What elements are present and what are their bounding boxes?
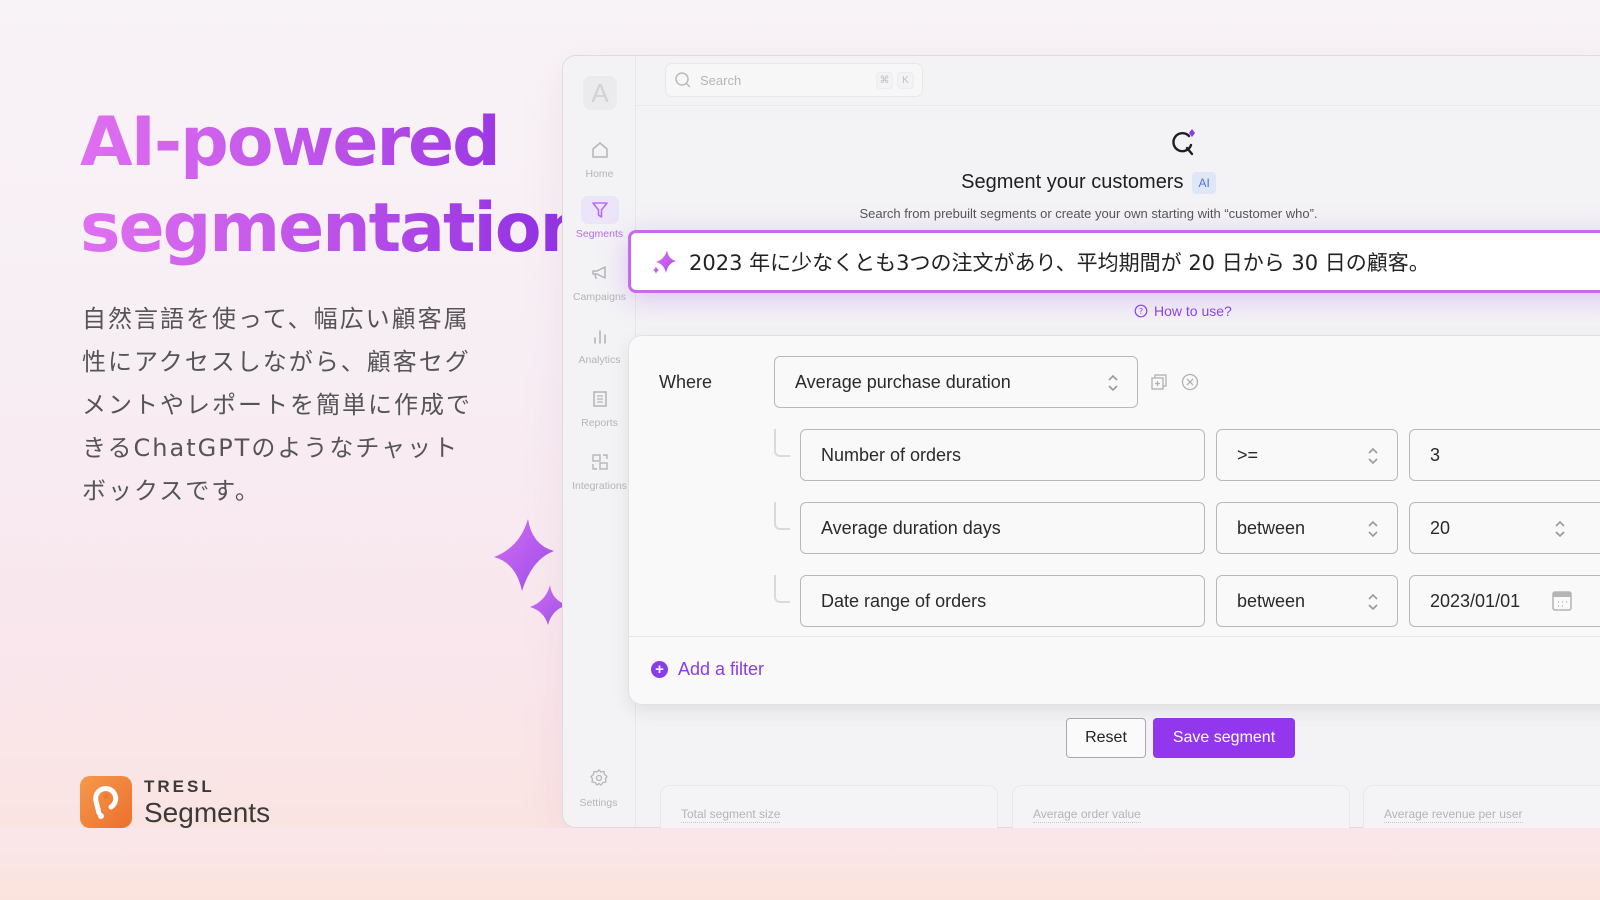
sidebar-item-label: Reports: [581, 417, 618, 429]
updown-chevron-icon: [1368, 520, 1378, 538]
sidebar-item-label: Settings: [579, 797, 618, 809]
sidebar-item-label: Campaigns: [572, 291, 627, 303]
bar-chart-icon: [581, 322, 619, 350]
page-subtitle: Search from prebuilt segments or create …: [859, 206, 1318, 221]
sidebar-item-home[interactable]: Home: [563, 136, 636, 180]
page-background-footer: [0, 828, 1600, 900]
condition-date-input[interactable]: 2023/01/01: [1409, 575, 1600, 627]
integrations-icon: [581, 448, 619, 476]
sidebar-item-label: Segments: [575, 228, 624, 240]
updown-chevron-icon: [1368, 447, 1378, 465]
condition-attribute-value: Average duration days: [821, 517, 1001, 538]
brand: TRESL Segments: [80, 776, 270, 828]
condition-operator-value: between: [1237, 590, 1306, 611]
ai-prompt-text: 2023 年に少なくとも3つの注文があり、平均期間が 20 日から 30 日の顧…: [689, 250, 1430, 275]
hero-description: 自然言語を使って、幅広い顧客属性にアクセスしながら、顧客セグメントやレポートを簡…: [82, 305, 472, 505]
duplicate-icon[interactable]: [1150, 373, 1168, 391]
ai-search-icon: [1172, 129, 1195, 156]
shortcut-k-key: K: [897, 71, 914, 89]
help-circle-icon: ?: [1134, 304, 1148, 318]
tree-connector: [774, 502, 790, 530]
sidebar-item-segments[interactable]: Segments: [563, 196, 636, 240]
where-label: Where: [659, 372, 713, 392]
ai-badge: AI: [1192, 171, 1216, 194]
filter-card: Where Average purchase duration Number o…: [628, 335, 1600, 705]
sidebar-item-analytics[interactable]: Analytics: [563, 322, 636, 366]
main-attribute-value: Average purchase duration: [795, 371, 1011, 392]
ai-prompt-input[interactable]: 2023 年に少なくとも3つの注文があり、平均期間が 20 日から 30 日の顧…: [628, 230, 1600, 293]
search-icon: [675, 72, 691, 88]
remove-icon[interactable]: [1181, 373, 1199, 391]
megaphone-icon: [581, 259, 619, 287]
sidebar-item-reports[interactable]: Reports: [563, 385, 636, 429]
condition-attribute-select[interactable]: Average duration days: [800, 502, 1205, 554]
sidebar-item-settings[interactable]: Settings: [562, 768, 635, 809]
condition-value-input[interactable]: 20: [1409, 502, 1600, 554]
page-title-text: Segment your customers: [961, 171, 1184, 193]
condition-attribute-select[interactable]: Date range of orders: [800, 575, 1205, 627]
condition-attribute-value: Number of orders: [821, 444, 962, 465]
add-filter-button[interactable]: + Add a filter: [651, 659, 764, 680]
hero-title-line2: segmentation: [80, 189, 586, 268]
updown-chevron-icon: [1368, 593, 1378, 611]
stat-label[interactable]: Total segment size: [681, 807, 781, 823]
filter-icon: [580, 196, 619, 224]
tree-connector: [774, 575, 790, 603]
home-icon: [581, 136, 619, 164]
condition-operator-value: >=: [1237, 444, 1259, 465]
condition-attribute-value: Date range of orders: [821, 590, 987, 611]
main-attribute-select[interactable]: Average purchase duration: [774, 356, 1138, 408]
stat-label[interactable]: Average revenue per user: [1384, 807, 1523, 823]
svg-text:?: ?: [1139, 307, 1143, 316]
search-input[interactable]: Search ⌘ K: [665, 63, 923, 97]
updown-chevron-icon: [1108, 374, 1118, 392]
topbar: Search ⌘ K: [636, 56, 1600, 106]
save-segment-button[interactable]: Save segment: [1153, 718, 1295, 758]
condition-value: 3: [1430, 444, 1441, 465]
page-title: Segment your customers AI: [636, 171, 1600, 194]
hero-title: AI-powered segmentation: [80, 100, 586, 272]
sidebar-item-campaigns[interactable]: Campaigns: [563, 259, 636, 303]
tree-connector: [774, 429, 790, 457]
document-icon: [581, 385, 619, 413]
brand-company: TRESL: [144, 776, 215, 796]
condition-value: 2023/01/01: [1430, 590, 1521, 611]
hero-title-line1: AI-powered: [80, 103, 499, 182]
condition-operator-select[interactable]: >=: [1216, 429, 1398, 481]
sidebar: A Home Segments Campaigns Analytics Repo…: [563, 56, 636, 827]
reset-button[interactable]: Reset: [1066, 718, 1146, 758]
brand-logo-icon: [80, 776, 132, 828]
condition-operator-select[interactable]: between: [1216, 575, 1398, 627]
how-to-use-link[interactable]: ? How to use?: [1134, 303, 1232, 319]
condition-value-input[interactable]: 3: [1409, 429, 1600, 481]
sparkle-icon: [653, 249, 676, 274]
search-placeholder: Search: [700, 72, 742, 88]
stat-label[interactable]: Average order value: [1033, 807, 1141, 823]
sidebar-item-label: Integrations: [572, 480, 627, 492]
sidebar-item-label: Analytics: [578, 354, 621, 366]
plus-circle-icon: +: [651, 661, 668, 678]
add-filter-label: Add a filter: [678, 659, 765, 679]
card-divider: [629, 636, 1600, 637]
condition-operator-value: between: [1237, 517, 1306, 538]
calendar-icon[interactable]: [1552, 590, 1572, 612]
sidebar-item-label: Home: [585, 168, 614, 180]
brand-product: Segments: [144, 796, 271, 828]
how-to-use-label: How to use?: [1154, 303, 1232, 319]
sidebar-item-integrations[interactable]: Integrations: [563, 448, 636, 492]
shortcut-cmd-key: ⌘: [876, 71, 893, 89]
workspace-avatar[interactable]: A: [583, 76, 617, 110]
condition-value: 20: [1430, 517, 1451, 538]
condition-operator-select[interactable]: between: [1216, 502, 1398, 554]
gear-icon: [589, 769, 608, 786]
condition-attribute-select[interactable]: Number of orders: [800, 429, 1205, 481]
updown-chevron-icon: [1555, 520, 1565, 538]
